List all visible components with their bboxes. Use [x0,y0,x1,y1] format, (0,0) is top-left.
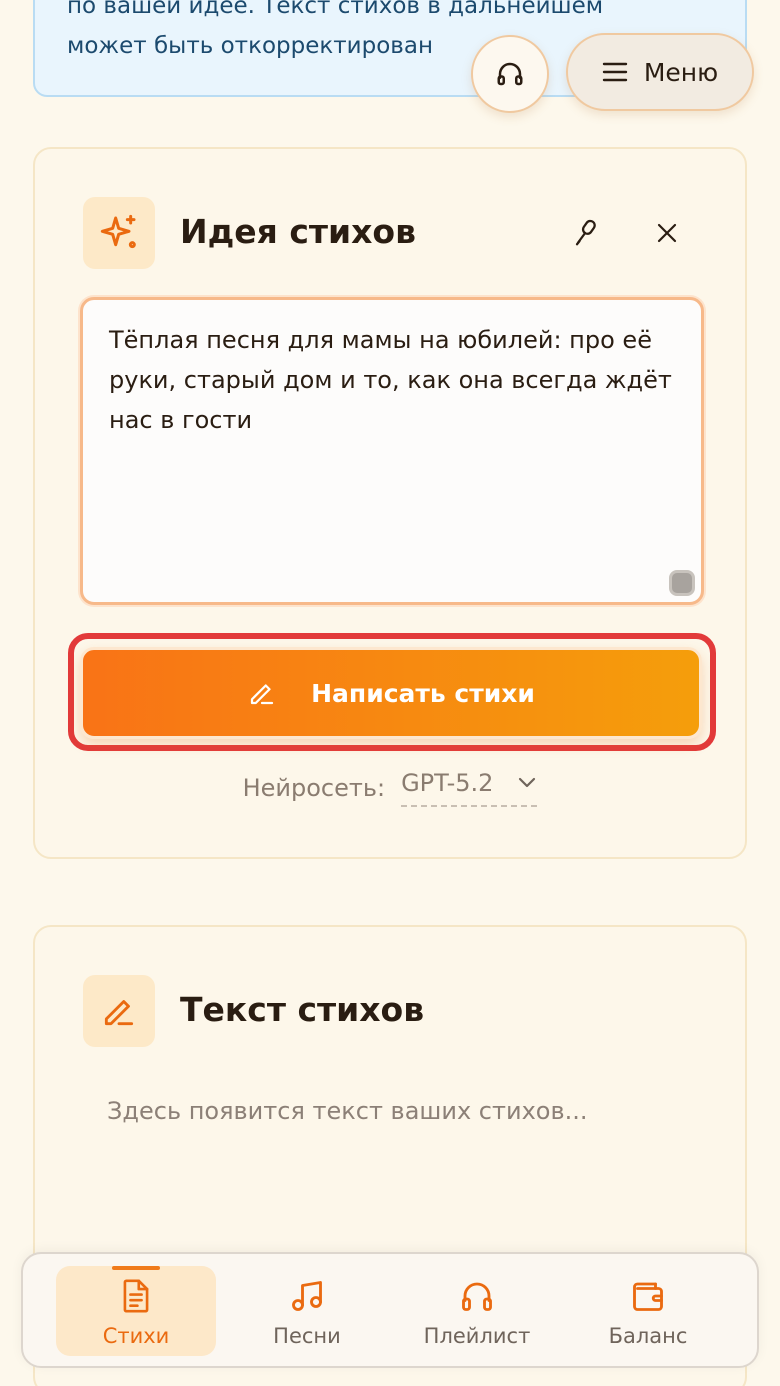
close-button[interactable] [645,211,689,255]
sparkle-icon [100,214,136,249]
resize-handle[interactable] [669,570,695,596]
write-poems-button[interactable]: Написать стихи [80,647,702,739]
write-poems-label: Написать стихи [311,678,535,708]
model-select[interactable]: GPT-5.2 [401,769,538,807]
active-indicator [112,1266,160,1270]
audio-button[interactable] [471,35,549,113]
idea-textarea-value: Тёплая песня для мамы на юбилей: про её … [109,326,672,434]
pencil-icon [251,684,274,705]
music-note-icon [292,1281,322,1311]
nav-item-playlist[interactable]: Плейлист [397,1266,557,1356]
nav-item-poems[interactable]: Стихи [56,1266,216,1356]
microphone-icon [575,219,596,246]
pencil-icon [104,1000,134,1026]
nav-label: Баланс [608,1324,688,1348]
wallet-icon [633,1282,663,1311]
chevron-down-icon [519,777,536,788]
model-value: GPT-5.2 [401,769,494,797]
document-icon [123,1279,149,1313]
bottom-nav: Стихи Песни Плейлист Баланс [21,1252,759,1368]
hamburger-icon [602,62,628,82]
model-selector-row: Нейросеть: GPT-5.2 [35,769,745,807]
idea-card-icon-box [83,197,155,269]
model-label: Нейросеть: [242,774,386,802]
idea-textarea[interactable]: Тёплая песня для мамы на юбилей: про её … [80,297,704,605]
voice-input-button[interactable] [565,211,609,255]
menu-label: Меню [643,57,719,87]
nav-label: Песни [273,1324,341,1348]
text-card-icon-box [83,975,155,1047]
nav-label: Плейлист [423,1324,531,1348]
nav-item-songs[interactable]: Песни [227,1266,387,1356]
headphones-icon [462,1282,492,1311]
poem-text-placeholder: Здесь появится текст ваших стихов... [107,1097,588,1125]
idea-card: Идея стихов Тёплая песня для мамы на юби… [33,147,747,859]
idea-card-title: Идея стихов [180,212,416,251]
text-card-title: Текст стихов [180,990,425,1029]
info-line-1: по вашей идее. Текст стихов в дальнейшем [67,0,604,19]
close-icon [657,223,677,243]
nav-label: Стихи [102,1324,170,1348]
headphones-icon [497,62,523,86]
menu-button[interactable]: Меню [566,33,754,111]
nav-item-balance[interactable]: Баланс [568,1266,728,1356]
